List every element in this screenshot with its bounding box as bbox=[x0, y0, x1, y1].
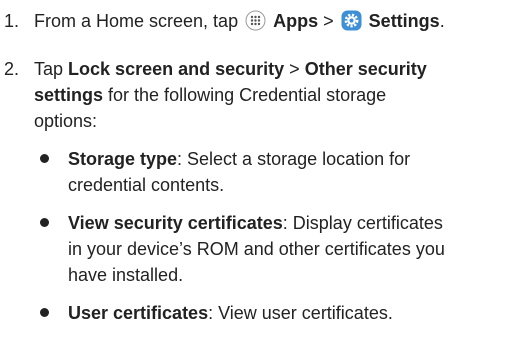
step-2-prefix: Tap bbox=[34, 59, 64, 79]
bullet-dot bbox=[40, 308, 49, 317]
bullet-term: User certificates bbox=[68, 303, 209, 323]
other-security-label-cont: settings bbox=[34, 85, 104, 105]
step-1-text: From a Home screen, tap Apps > Settings. bbox=[34, 8, 504, 34]
other-security-label: Other security bbox=[304, 59, 427, 79]
step-2-separator: > bbox=[289, 59, 300, 79]
apps-label: Apps bbox=[273, 11, 319, 31]
step-1-prefix: From a Home screen, tap bbox=[34, 11, 239, 31]
settings-gear-icon bbox=[341, 10, 362, 31]
settings-label: Settings bbox=[368, 11, 440, 31]
lock-screen-label: Lock screen and security bbox=[68, 59, 285, 79]
bullet-desc-line-2: credential contents. bbox=[68, 175, 225, 195]
step-2-line-1: Tap Lock screen and security > Other sec… bbox=[34, 56, 504, 82]
step-2-line-2: settings for the following Credential st… bbox=[34, 82, 504, 108]
bullet-term: View security certificates bbox=[68, 213, 283, 233]
bullet-desc-line-2: in your device’s ROM and other certifica… bbox=[68, 239, 445, 259]
step-2-line-2-rest: for the following Credential storage bbox=[108, 85, 387, 105]
step-2-number: 2. bbox=[4, 59, 20, 79]
bullet-desc: : View user certificates. bbox=[208, 303, 393, 323]
bullet-dot bbox=[40, 154, 49, 163]
step-2-text: Tap Lock screen and security > Other sec… bbox=[34, 56, 504, 134]
bullet-desc: : Select a storage location for bbox=[177, 149, 411, 169]
step-1-separator: > bbox=[323, 11, 334, 31]
bullet-desc-line-3: have installed. bbox=[68, 265, 184, 285]
bullet-desc: : Display certificates bbox=[282, 213, 443, 233]
bullet-text: View security certificates: Display cert… bbox=[68, 210, 504, 288]
apps-grid-icon bbox=[245, 10, 266, 31]
step-2-line-3: options: bbox=[34, 111, 98, 131]
bullet-dot bbox=[40, 218, 49, 227]
step-1-number: 1. bbox=[4, 11, 20, 31]
bullet-term: Storage type bbox=[68, 149, 178, 169]
bullet-text: Storage type: Select a storage location … bbox=[68, 146, 504, 198]
step-1-suffix: . bbox=[439, 11, 445, 31]
bullet-text: User certificates: View user certificate… bbox=[68, 300, 504, 326]
instructions-page: 1. From a Home screen, tap Apps > Settin… bbox=[0, 0, 511, 349]
